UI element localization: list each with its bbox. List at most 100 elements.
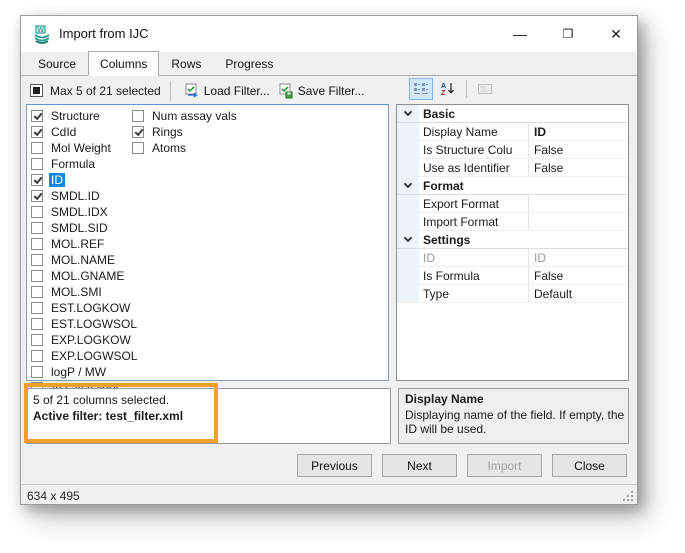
checkbox[interactable] xyxy=(31,206,43,218)
property-value[interactable]: False xyxy=(529,267,628,284)
property-value[interactable] xyxy=(529,195,628,212)
chevron-down-icon[interactable] xyxy=(404,180,412,188)
list-item[interactable]: ID xyxy=(31,172,139,188)
svg-text:Z: Z xyxy=(441,90,446,97)
list-item[interactable]: MOL.SMI xyxy=(31,284,139,300)
tab-strip: SourceColumnsRowsProgress xyxy=(21,53,637,76)
list-item[interactable]: EXP.LOGWSOL xyxy=(31,348,139,364)
property-value: ID xyxy=(529,249,628,266)
list-item[interactable]: Mol Weight xyxy=(31,140,139,156)
property-group-format[interactable]: Format xyxy=(397,177,628,195)
maximize-button[interactable]: ❐ xyxy=(551,16,585,52)
list-item-label[interactable]: MOL.SMI xyxy=(49,285,104,299)
save-filter-button[interactable]: Save Filter... xyxy=(274,81,369,101)
resize-grip-icon[interactable] xyxy=(623,491,634,502)
tab-rows[interactable]: Rows xyxy=(159,53,213,76)
property-value[interactable]: Default xyxy=(529,285,628,302)
list-item-label[interactable]: EST.LOGWSOL xyxy=(49,317,139,331)
categorized-view-button[interactable] xyxy=(409,78,433,100)
checkbox[interactable] xyxy=(31,270,43,282)
checkbox[interactable] xyxy=(31,174,43,186)
list-item[interactable]: CdId xyxy=(31,124,139,140)
list-item-label[interactable]: Formula xyxy=(49,157,97,171)
close-button[interactable]: Close xyxy=(552,454,627,477)
list-item-label[interactable]: Rings xyxy=(150,125,185,139)
list-item-label[interactable]: Atoms xyxy=(150,141,188,155)
load-filter-button[interactable]: Load Filter... xyxy=(180,81,274,101)
checkbox[interactable] xyxy=(31,366,43,378)
dialog-button-row: PreviousNextImportClose xyxy=(297,454,627,477)
list-item[interactable]: Atoms xyxy=(132,140,239,156)
property-value[interactable]: ID xyxy=(529,123,628,140)
property-value[interactable] xyxy=(529,213,628,230)
list-item[interactable]: EST.LOGWSOL xyxy=(31,316,139,332)
list-item[interactable]: MOL.NAME xyxy=(31,252,139,268)
checkbox[interactable] xyxy=(31,318,43,330)
list-item-label[interactable]: SMDL.SID xyxy=(49,221,110,235)
checkbox[interactable] xyxy=(31,254,43,266)
list-item-label[interactable]: Mol Weight xyxy=(49,141,113,155)
minimize-button[interactable]: — xyxy=(503,16,537,52)
checkbox[interactable] xyxy=(31,302,43,314)
list-item-label[interactable]: SMDL.IDX xyxy=(49,205,110,219)
list-item[interactable]: MOL.REF xyxy=(31,236,139,252)
property-group-settings[interactable]: Settings xyxy=(397,231,628,249)
list-item-label[interactable]: ID xyxy=(49,173,65,187)
property-value[interactable]: False xyxy=(529,159,628,176)
list-item[interactable]: Rings xyxy=(132,124,239,140)
list-item-label[interactable]: Structure xyxy=(49,109,102,123)
list-item-label[interactable]: logP / MW xyxy=(49,365,108,379)
chevron-down-icon[interactable] xyxy=(404,108,412,116)
property-row: TypeDefault xyxy=(397,285,628,303)
property-value[interactable]: False xyxy=(529,141,628,158)
property-sheet: BasicDisplay NameIDIs Structure ColuFals… xyxy=(396,104,629,381)
list-item-label[interactable]: CdId xyxy=(49,125,78,139)
next-button[interactable]: Next xyxy=(382,454,457,477)
max-selected-checkbox[interactable] xyxy=(30,84,43,97)
list-item[interactable]: SMDL.IDX xyxy=(31,204,139,220)
list-item-label[interactable]: EST.LOGKOW xyxy=(49,301,132,315)
property-name: Is Structure Colu xyxy=(419,141,529,158)
list-item-label[interactable]: EXP.LOGWSOL xyxy=(49,349,139,363)
list-item[interactable]: EXP.LOGKOW xyxy=(31,332,139,348)
checkbox[interactable] xyxy=(31,334,43,346)
checkbox[interactable] xyxy=(31,142,43,154)
columns-list-column-2: Num assay vals Rings Atoms xyxy=(132,108,239,156)
list-item-label[interactable]: MOL.GNAME xyxy=(49,269,126,283)
list-item-label[interactable]: Num assay vals xyxy=(150,109,239,123)
list-item-label[interactable]: EXP.LOGKOW xyxy=(49,333,133,347)
list-item[interactable]: MOL.GNAME xyxy=(31,268,139,284)
list-item[interactable]: Formula xyxy=(31,156,139,172)
sort-alphabetical-button[interactable]: A Z xyxy=(436,78,460,100)
collapse-gutter xyxy=(397,231,419,248)
list-item[interactable]: Num assay vals xyxy=(132,108,239,124)
tab-source[interactable]: Source xyxy=(26,53,88,76)
checkbox[interactable] xyxy=(31,110,43,122)
checkbox[interactable] xyxy=(132,110,144,122)
list-item[interactable]: logP / MW xyxy=(31,364,139,380)
checkbox[interactable] xyxy=(132,126,144,138)
list-item-label[interactable]: MOL.REF xyxy=(49,237,106,251)
checkbox[interactable] xyxy=(31,222,43,234)
checkbox[interactable] xyxy=(31,350,43,362)
checkbox[interactable] xyxy=(31,286,43,298)
checkbox[interactable] xyxy=(132,142,144,154)
list-item-label[interactable]: MOL.NAME xyxy=(49,253,117,267)
chevron-down-icon[interactable] xyxy=(404,234,412,242)
close-button[interactable]: ✕ xyxy=(599,16,633,52)
toolbar-separator xyxy=(466,80,467,98)
checkbox[interactable] xyxy=(31,126,43,138)
max-selected-label[interactable]: Max 5 of 21 selected xyxy=(50,84,161,98)
checkbox[interactable] xyxy=(31,190,43,202)
list-item[interactable]: EST.LOGKOW xyxy=(31,300,139,316)
checkbox[interactable] xyxy=(31,158,43,170)
list-item-label[interactable]: SMDL.ID xyxy=(49,189,102,203)
previous-button[interactable]: Previous xyxy=(297,454,372,477)
list-item[interactable]: SMDL.SID xyxy=(31,220,139,236)
tab-columns[interactable]: Columns xyxy=(88,51,159,76)
list-item[interactable]: Structure xyxy=(31,108,139,124)
list-item[interactable]: SMDL.ID xyxy=(31,188,139,204)
property-group-basic[interactable]: Basic xyxy=(397,105,628,123)
tab-progress[interactable]: Progress xyxy=(213,53,285,76)
checkbox[interactable] xyxy=(31,238,43,250)
